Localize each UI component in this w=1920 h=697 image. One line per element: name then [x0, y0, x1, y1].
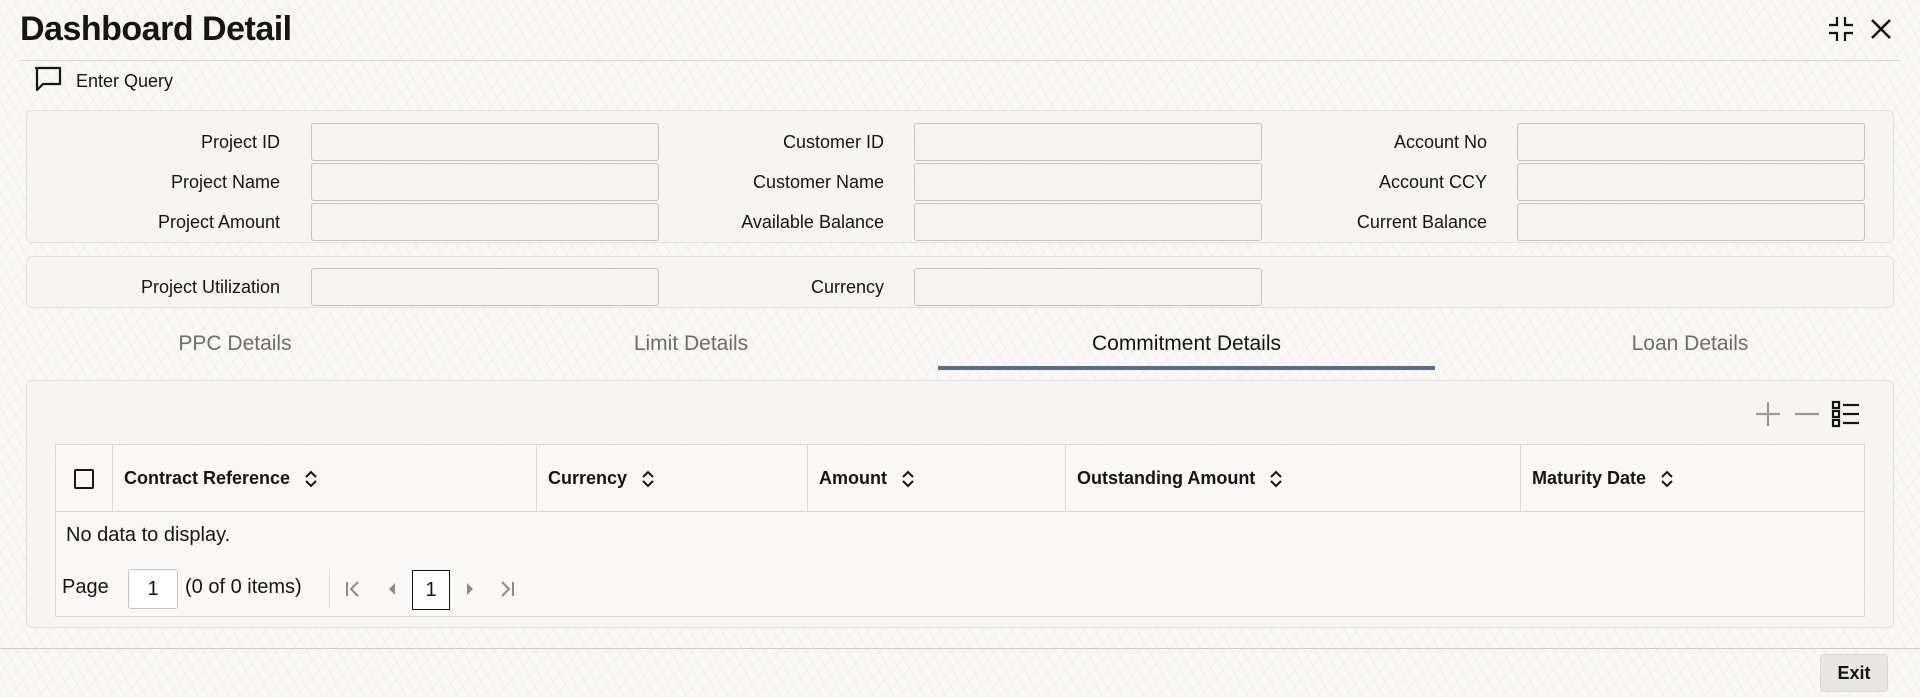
select-all-column	[56, 445, 113, 512]
sort-icon[interactable]	[641, 469, 655, 489]
exit-button[interactable]: Exit	[1820, 654, 1888, 692]
current-balance-input[interactable]	[1517, 203, 1865, 241]
column-header-label: Currency	[548, 468, 628, 488]
footer-divider	[0, 648, 1920, 649]
account-no-label: Account No	[1393, 132, 1487, 152]
project-utilization-label: Project Utilization	[140, 277, 280, 297]
customer-id-input[interactable]	[914, 123, 1262, 161]
customer-name-label: Customer Name	[752, 172, 884, 192]
previous-page-icon[interactable]	[377, 574, 407, 604]
grid-header-row: Contract Reference Currency Amount Outst…	[56, 445, 1864, 512]
column-header-contract-reference[interactable]: Contract Reference	[113, 445, 537, 512]
sort-icon[interactable]	[901, 469, 915, 489]
empty-grid-message: No data to display.	[66, 524, 231, 546]
comment-icon	[34, 66, 62, 97]
current-balance-label: Current Balance	[1356, 212, 1487, 232]
next-page-icon[interactable]	[455, 574, 485, 604]
tab-commitment-details[interactable]: Commitment Details	[938, 328, 1435, 370]
pager-divider	[329, 570, 330, 608]
current-page-button[interactable]: 1	[412, 570, 450, 610]
enter-query-button[interactable]: Enter Query	[34, 66, 173, 97]
project-id-input[interactable]	[311, 123, 659, 161]
column-header-currency[interactable]: Currency	[537, 445, 808, 512]
tab-ppc-details[interactable]: PPC Details	[40, 328, 430, 370]
customer-id-label: Customer ID	[782, 132, 884, 152]
last-page-icon[interactable]	[492, 574, 522, 604]
account-ccy-input[interactable]	[1517, 163, 1865, 201]
project-name-input[interactable]	[311, 163, 659, 201]
column-header-maturity-date[interactable]: Maturity Date	[1521, 445, 1866, 512]
column-header-label: Maturity Date	[1532, 468, 1647, 488]
available-balance-label: Available Balance	[741, 212, 884, 232]
page-label: Page	[62, 576, 109, 598]
first-page-icon[interactable]	[338, 574, 368, 604]
account-ccy-label: Account CCY	[1378, 172, 1487, 192]
select-all-checkbox[interactable]	[74, 468, 94, 489]
project-amount-input[interactable]	[311, 203, 659, 241]
column-header-label: Outstanding Amount	[1077, 468, 1256, 488]
enter-query-label: Enter Query	[76, 71, 174, 91]
account-no-input[interactable]	[1517, 123, 1865, 161]
column-header-label: Amount	[819, 468, 887, 488]
column-header-label: Contract Reference	[124, 468, 291, 488]
column-header-amount[interactable]: Amount	[808, 445, 1066, 512]
add-row-icon[interactable]	[1752, 398, 1784, 430]
commitment-details-grid: Contract Reference Currency Amount Outst…	[55, 444, 1865, 617]
tab-limit-details[interactable]: Limit Details	[495, 328, 887, 370]
available-balance-input[interactable]	[914, 203, 1262, 241]
column-header-outstanding-amount[interactable]: Outstanding Amount	[1066, 445, 1521, 512]
project-name-label: Project Name	[170, 172, 280, 192]
project-utilization-input[interactable]	[311, 268, 659, 306]
title-divider	[20, 60, 1900, 61]
tab-loan-details[interactable]: Loan Details	[1490, 328, 1890, 370]
close-icon[interactable]	[1864, 12, 1898, 46]
project-amount-label: Project Amount	[157, 212, 280, 232]
page-number-input[interactable]: 1	[128, 569, 178, 609]
sort-icon[interactable]	[1269, 469, 1283, 489]
single-record-view-icon[interactable]	[1830, 398, 1862, 430]
currency-label: Currency	[810, 277, 884, 297]
items-count: (0 of 0 items)	[185, 576, 302, 598]
currency-input[interactable]	[914, 268, 1262, 306]
project-id-label: Project ID	[200, 132, 280, 152]
customer-name-input[interactable]	[914, 163, 1262, 201]
collapse-icon[interactable]	[1824, 12, 1858, 46]
page-title: Dashboard Detail	[20, 10, 292, 48]
sort-icon[interactable]	[304, 469, 318, 489]
sort-icon[interactable]	[1660, 469, 1674, 489]
delete-row-icon[interactable]	[1791, 398, 1823, 430]
